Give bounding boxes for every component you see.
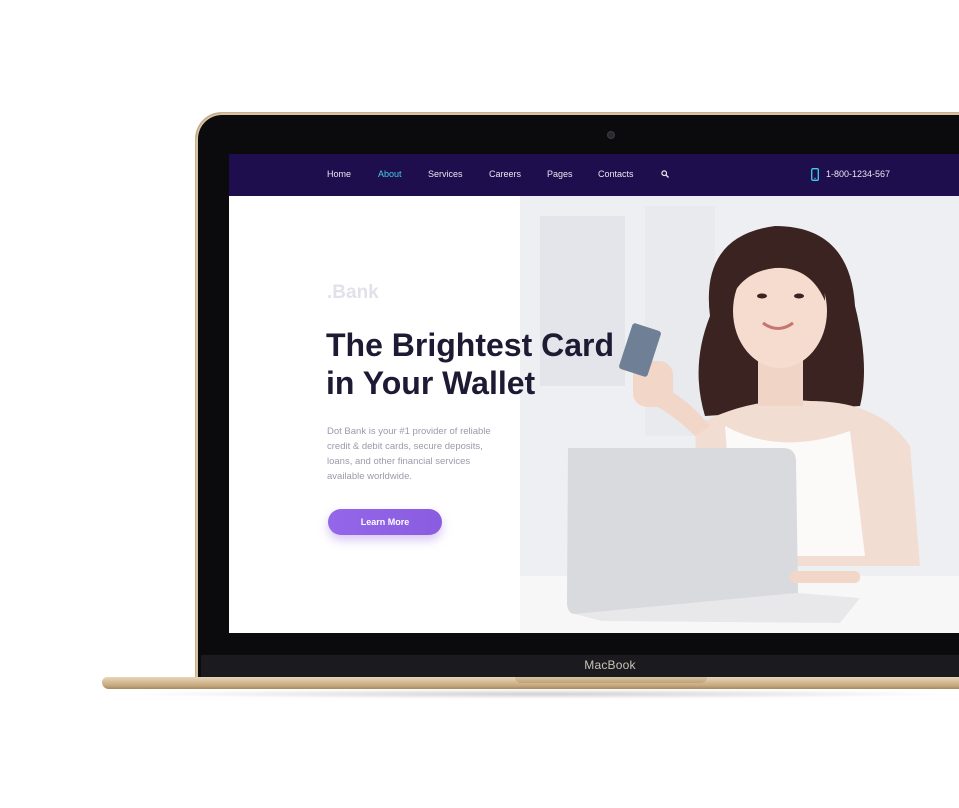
laptop-hinge-notch [515, 677, 707, 683]
laptop-shadow [120, 689, 959, 699]
camera-icon [608, 132, 614, 138]
hero-description: Dot Bank is your #1 provider of reliable… [327, 426, 491, 482]
nav-item-contacts[interactable]: Contacts [598, 169, 634, 179]
phone-icon [811, 168, 819, 181]
nav-item-pages[interactable]: Pages [547, 169, 573, 179]
search-icon[interactable] [661, 170, 669, 178]
website-screen: Home About Services Careers Pages Contac… [229, 154, 959, 633]
top-navigation: Home About Services Careers Pages Contac… [229, 154, 959, 196]
hero-headline-line-2: in Your Wallet [326, 365, 536, 401]
nav-item-home[interactable]: Home [327, 169, 351, 179]
learn-more-button[interactable]: Learn More [328, 509, 442, 535]
nav-item-careers[interactable]: Careers [489, 169, 521, 179]
nav-item-about[interactable]: About [378, 169, 402, 179]
brand-name: .Bank [327, 282, 379, 303]
nav-item-services[interactable]: Services [428, 169, 463, 179]
hero-headline: The Brightest Card in Your Wallet [326, 326, 626, 402]
macbook-label: MacBook [584, 658, 636, 672]
hero-headline-line-1: The Brightest Card [326, 327, 615, 363]
phone-number[interactable]: 1-800-1234-567 [826, 169, 890, 179]
hero-image [520, 196, 959, 633]
woman-with-card-illustration [520, 196, 959, 633]
hero-text-panel [229, 196, 520, 633]
